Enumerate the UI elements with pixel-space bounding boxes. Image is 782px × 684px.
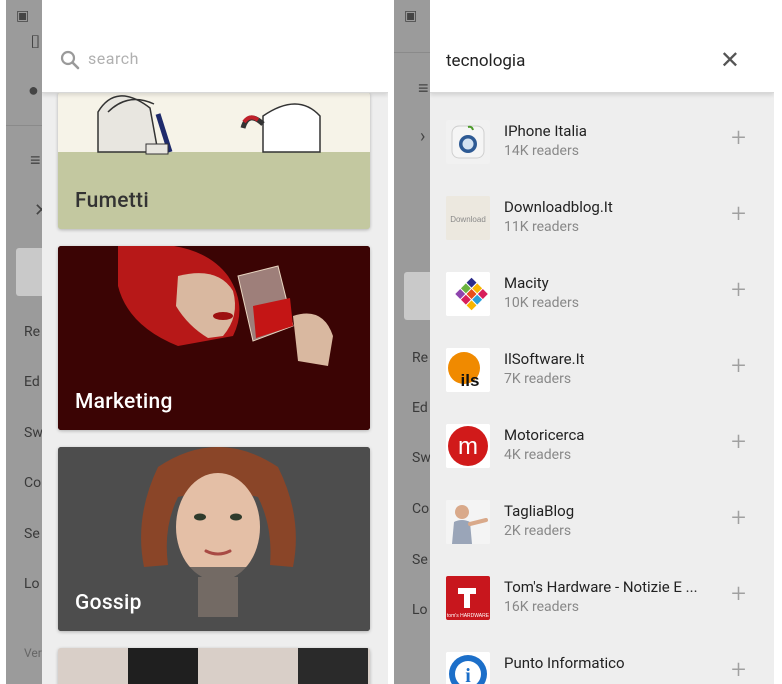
feed-item[interactable]: Download Downloadblog.It 11K readers + — [430, 168, 774, 244]
svg-text:m: m — [458, 433, 478, 460]
search-icon[interactable] — [60, 50, 80, 74]
feed-name: Motoricerca — [504, 426, 585, 444]
bg-version-text: Ver — [24, 646, 42, 660]
background-app-menu: ▣ ≡ › Re Ed Sw Co Se Lo — [394, 0, 430, 684]
image-icon: ▣ — [404, 8, 418, 24]
search-input[interactable]: tecnologia — [446, 51, 525, 71]
menu-icon: ≡ — [418, 78, 429, 99]
bg-menu-item: Sw — [24, 425, 42, 441]
feed-item[interactable]: i Punto Informatico + — [430, 624, 774, 684]
category-card-gossip[interactable]: Gossip — [58, 447, 370, 631]
add-icon[interactable]: + — [731, 429, 746, 455]
iphone-italia-logo — [446, 120, 490, 164]
add-icon[interactable]: + — [731, 657, 746, 683]
add-icon[interactable]: + — [731, 353, 746, 379]
bg-menu-item: Re — [24, 324, 41, 340]
feed-readers: 4K readers — [504, 447, 572, 463]
bg-menu-item: Se — [24, 526, 40, 542]
feed-item[interactable]: IPhone Italia 14K readers + — [430, 92, 774, 168]
feed-search-drawer: tecnologia ✕ IPhone Italia 14K readers + — [430, 0, 774, 684]
feed-name: Punto Informatico — [504, 654, 625, 672]
left-screen: ▣ ⌷ ● ≡ ✕ Re Ed Sw Co Se Lo Ver search F… — [0, 0, 392, 684]
feed-name: Tom's Hardware - Notizie E ... — [504, 578, 698, 596]
feed-readers: 2K readers — [504, 523, 572, 539]
feed-name: IPhone Italia — [504, 122, 587, 140]
category-card-fumetti[interactable]: Fumetti — [58, 92, 370, 229]
image-icon: ▣ — [16, 8, 30, 24]
toms-hardware-logo: tom's HARDWARE — [446, 576, 490, 620]
feed-readers: 7K readers — [504, 371, 572, 387]
search-input[interactable]: search — [88, 49, 139, 68]
add-icon[interactable]: + — [731, 125, 746, 151]
menu-icon: ≡ — [30, 150, 41, 171]
feed-readers: 10K readers — [504, 295, 579, 311]
svg-text:i: i — [465, 665, 471, 684]
bg-menu-item: Ed — [412, 400, 428, 416]
feed-name: TagliaBlog — [504, 502, 575, 520]
add-icon[interactable]: + — [731, 201, 746, 227]
feed-item[interactable]: ils IlSoftware.It 7K readers + — [430, 320, 774, 396]
background-app-menu: ▣ ⌷ ● ≡ ✕ Re Ed Sw Co Se Lo Ver — [6, 0, 42, 684]
add-icon[interactable]: + — [731, 581, 746, 607]
category-card-partial[interactable] — [58, 648, 370, 684]
search-bar[interactable]: tecnologia ✕ — [430, 0, 774, 93]
downloadblog-logo: Download — [446, 196, 490, 240]
ilsoftware-logo: ils — [446, 348, 490, 392]
bg-menu-item: Se — [412, 552, 428, 568]
bg-menu-item: Sw — [412, 450, 430, 466]
bg-menu-item: Ed — [24, 374, 40, 390]
punto-informatico-logo: i — [446, 652, 490, 684]
motoricerca-logo: m — [446, 424, 490, 468]
avatar-icon: ● — [28, 80, 39, 101]
add-icon[interactable]: + — [731, 277, 746, 303]
right-screen: ▣ ≡ › Re Ed Sw Co Se Lo tecnologia ✕ IPh… — [392, 0, 782, 684]
close-icon[interactable]: ✕ — [720, 48, 740, 72]
svg-text:ils: ils — [461, 371, 480, 390]
feed-item[interactable]: tom's HARDWARE Tom's Hardware - Notizie … — [430, 548, 774, 624]
close-icon: ✕ — [34, 200, 42, 221]
bg-menu-item: Lo — [24, 576, 40, 592]
feed-item[interactable]: TagliaBlog 2K readers + — [430, 472, 774, 548]
feed-readers: 16K readers — [504, 599, 579, 615]
category-drawer: search Fumetti Marketing Gossip — [42, 0, 388, 684]
category-title: Gossip — [75, 591, 142, 615]
svg-text:tom's HARDWARE: tom's HARDWARE — [447, 613, 490, 619]
bg-menu-item: Co — [24, 475, 42, 491]
macity-logo — [446, 272, 490, 316]
category-title: Marketing — [75, 390, 173, 414]
search-bar[interactable]: search — [42, 0, 388, 93]
feed-results-list: IPhone Italia 14K readers + Download Dow… — [430, 92, 774, 684]
bookmark-icon: ⌷ — [30, 32, 41, 53]
feed-item[interactable]: Macity 10K readers + — [430, 244, 774, 320]
feed-item[interactable]: m Motoricerca 4K readers + — [430, 396, 774, 472]
feed-name: IlSoftware.It — [504, 350, 585, 368]
svg-text:Download: Download — [450, 215, 486, 224]
bg-menu-item: Lo — [412, 602, 428, 618]
bg-menu-item: Re — [412, 350, 429, 366]
category-title: Fumetti — [75, 189, 150, 213]
tagliablog-logo — [446, 500, 490, 544]
add-icon[interactable]: + — [731, 505, 746, 531]
feed-name: Downloadblog.It — [504, 198, 613, 216]
chevron-icon: › — [420, 126, 426, 147]
category-card-marketing[interactable]: Marketing — [58, 246, 370, 430]
feed-readers: 14K readers — [504, 143, 579, 159]
feed-name: Macity — [504, 274, 549, 292]
feed-readers: 11K readers — [504, 219, 579, 235]
bg-menu-item: Co — [412, 501, 430, 517]
